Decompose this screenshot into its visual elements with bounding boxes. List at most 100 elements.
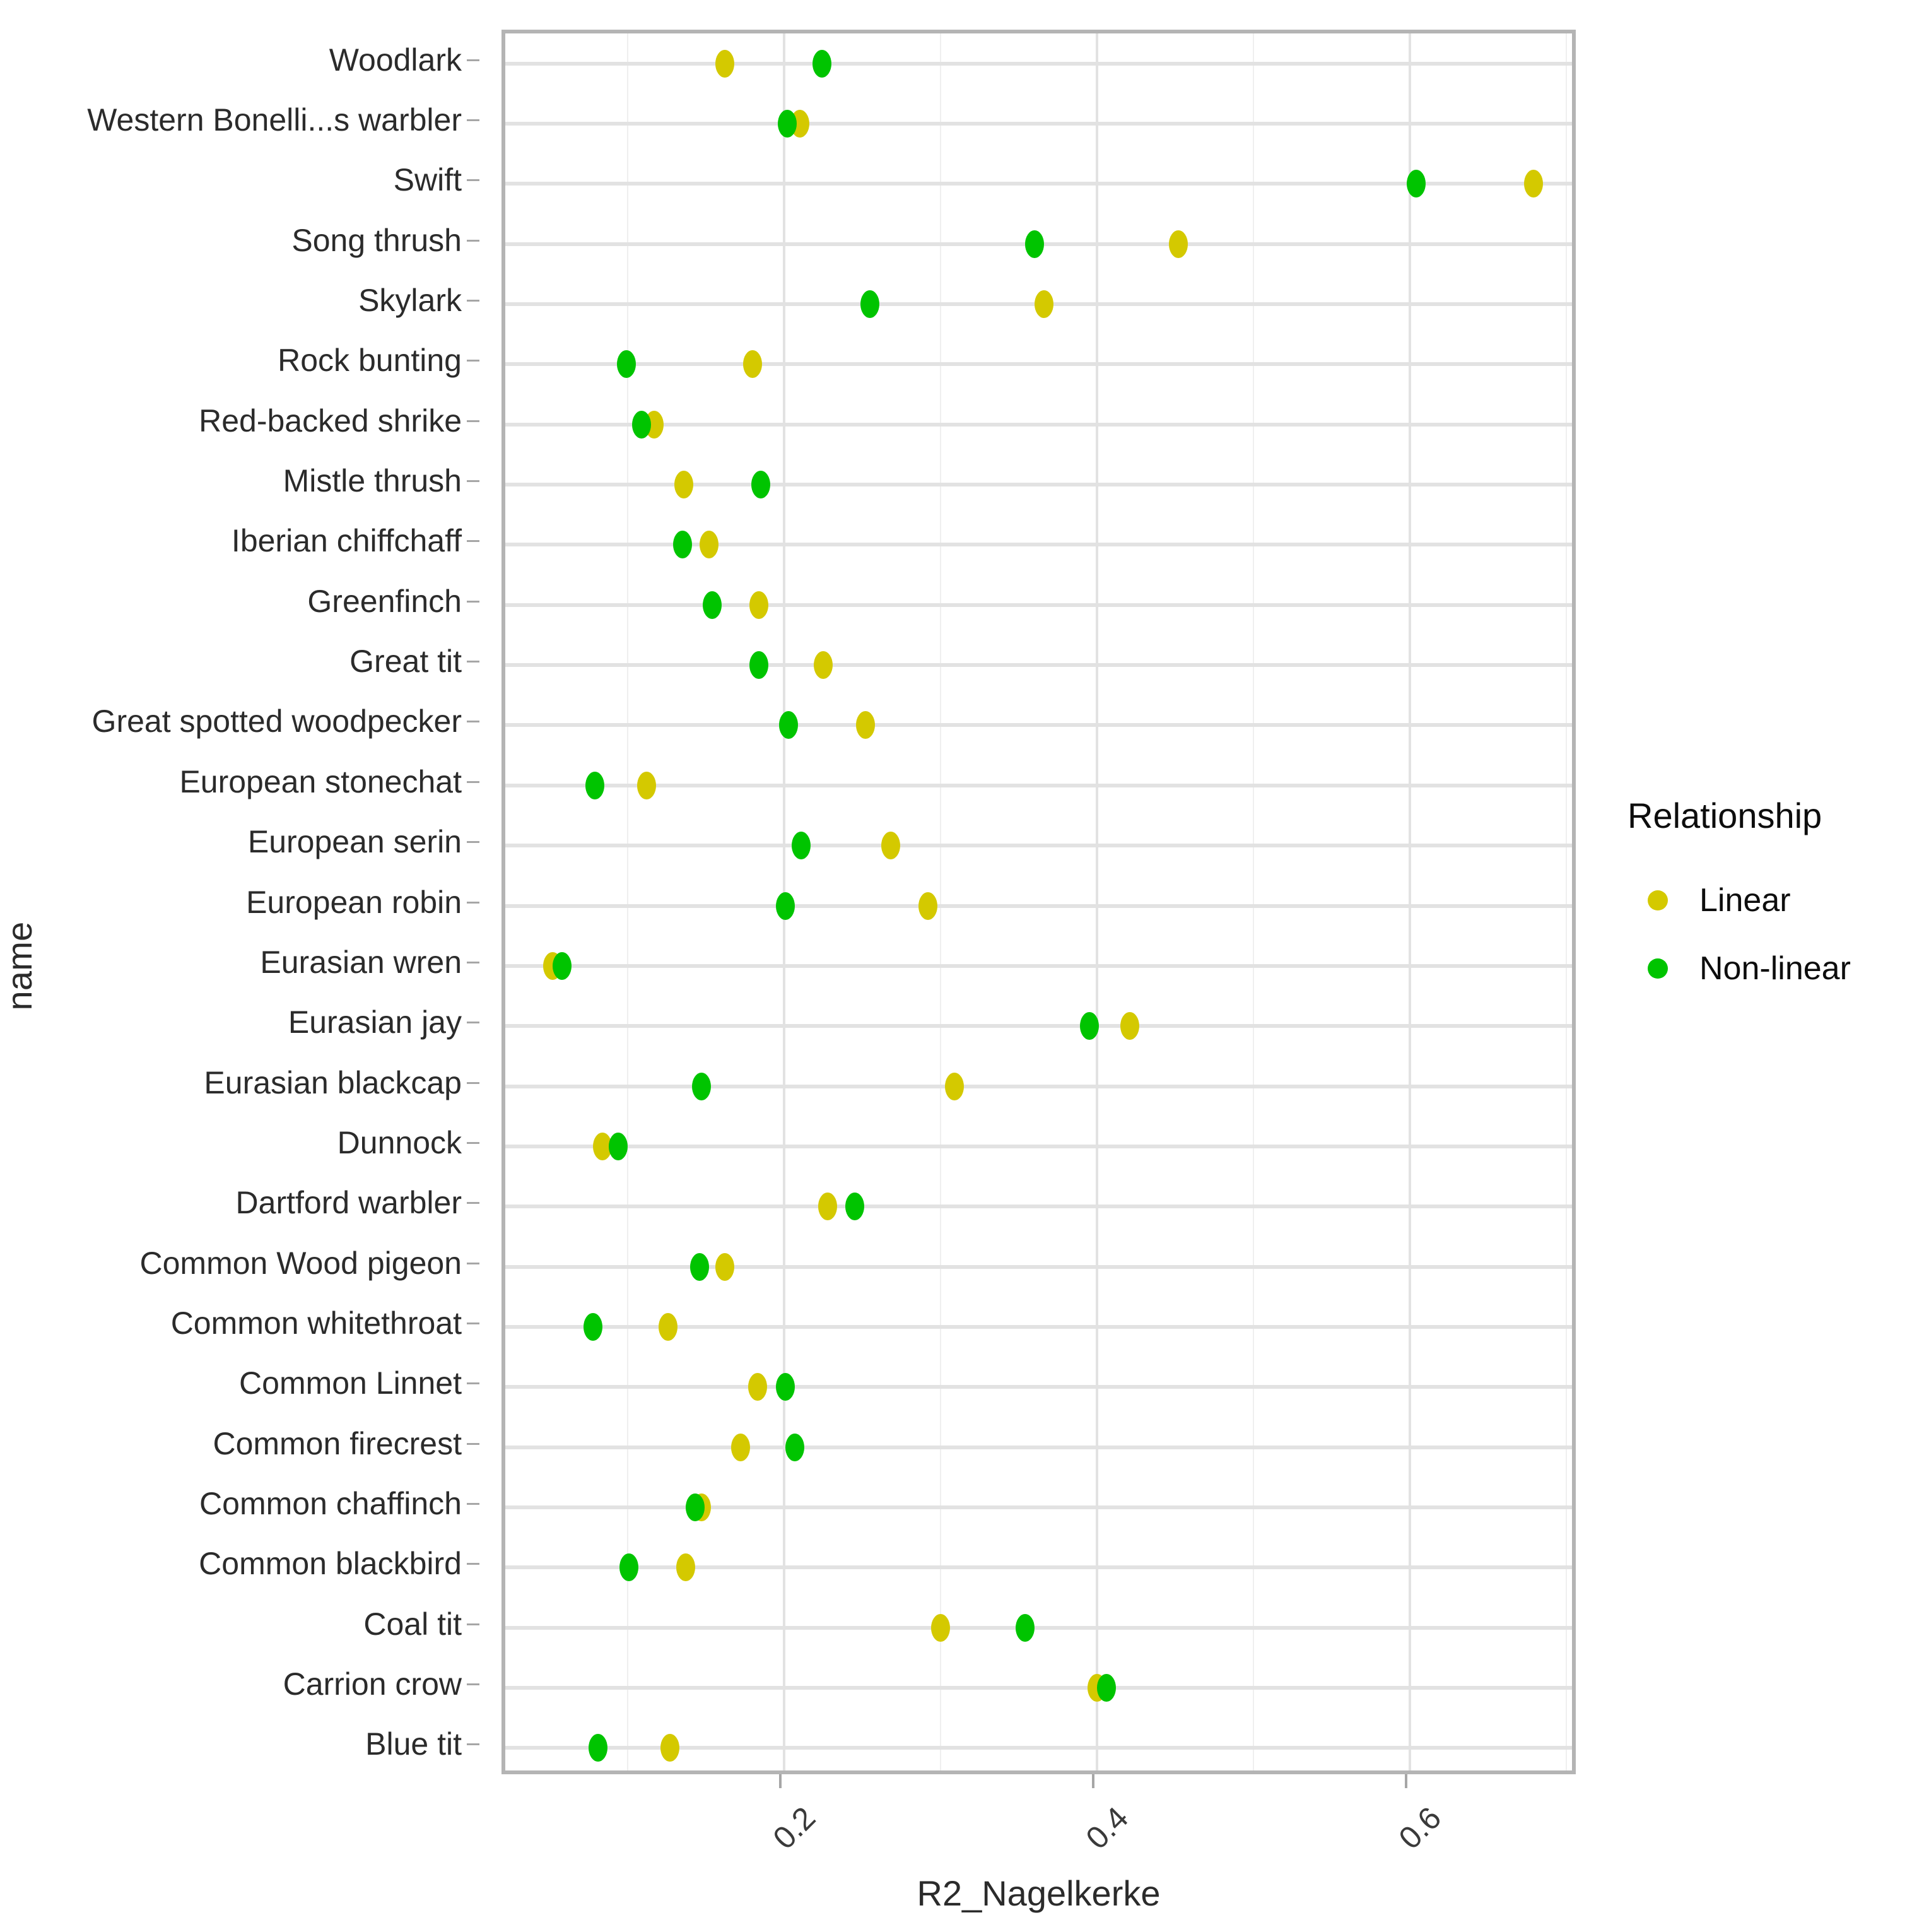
y-axis-tick-mark: [467, 1382, 479, 1385]
x-axis-tick-mark: [1092, 1774, 1094, 1788]
gridline-horizontal: [505, 1625, 1572, 1630]
data-point: [552, 951, 572, 980]
y-axis-tick-mark: [467, 721, 479, 723]
x-axis-tick-mark: [1405, 1774, 1407, 1788]
y-axis-tick-mark: [467, 300, 479, 302]
gridline-minor-vertical: [940, 33, 941, 1770]
data-point: [1096, 1673, 1116, 1702]
y-axis-tick-mark: [467, 780, 479, 783]
data-point: [812, 49, 831, 78]
data-point: [715, 1252, 734, 1281]
gridline-minor-vertical: [1253, 33, 1254, 1770]
data-point: [1406, 170, 1426, 198]
gridline-horizontal: [505, 963, 1572, 968]
y-axis-tick-mark: [467, 1081, 479, 1084]
gridline-horizontal: [505, 1264, 1572, 1269]
data-point: [1120, 1012, 1140, 1040]
plot-area: [505, 33, 1572, 1770]
legend-title: Relationship: [1628, 796, 1822, 835]
data-point: [632, 410, 652, 439]
legend-item-linear[interactable]: Linear: [1628, 866, 1905, 934]
x-axis-tick-label: 0.6: [1392, 1799, 1448, 1856]
y-axis-tick-mark: [467, 1502, 479, 1505]
data-point: [1168, 230, 1188, 258]
data-point: [792, 832, 811, 860]
data-point: [743, 350, 763, 379]
y-axis-tick-mark: [467, 1141, 479, 1144]
data-point: [616, 350, 636, 379]
gridline-horizontal: [505, 1385, 1572, 1389]
y-axis-tick-mark: [467, 360, 479, 362]
data-point: [751, 471, 770, 499]
y-axis-tick-mark: [467, 480, 479, 483]
gridline-horizontal: [505, 1024, 1572, 1028]
gridline-horizontal: [505, 1205, 1572, 1209]
data-point: [779, 711, 799, 739]
data-point: [749, 651, 769, 680]
data-point: [691, 1072, 711, 1100]
gridline-horizontal: [505, 362, 1572, 367]
x-axis-tick-label: 0.4: [1079, 1799, 1135, 1856]
data-point: [777, 110, 797, 138]
y-axis-tick-mark: [467, 901, 479, 904]
data-point: [1034, 290, 1053, 319]
gridline-horizontal: [505, 1144, 1572, 1148]
data-point: [690, 1252, 710, 1281]
data-point: [584, 1312, 603, 1341]
data-point: [1024, 230, 1044, 258]
data-point: [672, 531, 692, 559]
data-point: [588, 1734, 607, 1762]
data-point: [609, 1132, 628, 1160]
data-point: [1079, 1012, 1099, 1040]
chart-root: name Woodlark Western Bonelli...s warbler…: [0, 0, 1912, 1932]
legend-item-non-linear[interactable]: Non-linear: [1628, 934, 1905, 1003]
y-axis-tick-mark: [467, 1743, 479, 1746]
legend-dot-icon: [1648, 958, 1668, 979]
gridline-major-vertical: [1096, 33, 1098, 1770]
y-axis-tick-mark: [467, 1563, 479, 1565]
y-axis-title: name: [0, 921, 39, 1011]
data-point: [818, 1193, 838, 1221]
gridline-horizontal: [505, 1685, 1572, 1690]
data-point: [776, 1373, 795, 1401]
data-point: [776, 892, 795, 920]
gridline-horizontal: [505, 783, 1572, 787]
gridline-horizontal: [505, 1565, 1572, 1570]
data-point: [715, 49, 734, 78]
y-axis-tick-mark: [467, 1683, 479, 1685]
x-axis-tick-mark: [779, 1774, 782, 1788]
data-point: [1523, 170, 1543, 198]
data-point: [636, 771, 656, 799]
y-axis-tick-mark: [467, 600, 479, 603]
x-axis-title: R2_Nagelkerke: [917, 1873, 1161, 1913]
data-point: [660, 1734, 679, 1762]
legend-label: Linear: [1699, 882, 1791, 919]
data-point: [931, 1613, 950, 1642]
data-point: [814, 651, 833, 680]
y-axis-tick-mark: [467, 961, 479, 963]
legend-label: Non-linear: [1699, 950, 1851, 987]
gridline-horizontal: [505, 603, 1572, 607]
gridline-horizontal: [505, 1505, 1572, 1509]
gridline-horizontal: [505, 1445, 1572, 1449]
y-axis-tick-labels: Woodlark Western Bonelli...s warbler Swift…: [44, 30, 479, 1774]
data-point: [619, 1553, 639, 1582]
data-point: [1015, 1613, 1035, 1642]
y-axis-tick-mark: [467, 1022, 479, 1024]
y-axis-tick-mark: [467, 119, 479, 122]
legend-items: Linear Non-linear: [1628, 866, 1905, 1003]
y-axis-tick-mark: [467, 661, 479, 663]
y-axis-tick-mark: [467, 239, 479, 242]
gridline-horizontal: [505, 904, 1572, 908]
data-point: [585, 771, 604, 799]
y-axis-tick-mark: [467, 59, 479, 61]
y-axis-tick-mark: [467, 1623, 479, 1625]
gridline-horizontal: [505, 663, 1572, 668]
data-point: [918, 892, 938, 920]
gridline-horizontal: [505, 723, 1572, 727]
y-axis-tick-mark: [467, 1322, 479, 1324]
data-point: [748, 1373, 767, 1401]
data-point: [860, 290, 880, 319]
y-axis-tick-mark: [467, 1262, 479, 1264]
y-axis-tick-mark: [467, 1442, 479, 1445]
